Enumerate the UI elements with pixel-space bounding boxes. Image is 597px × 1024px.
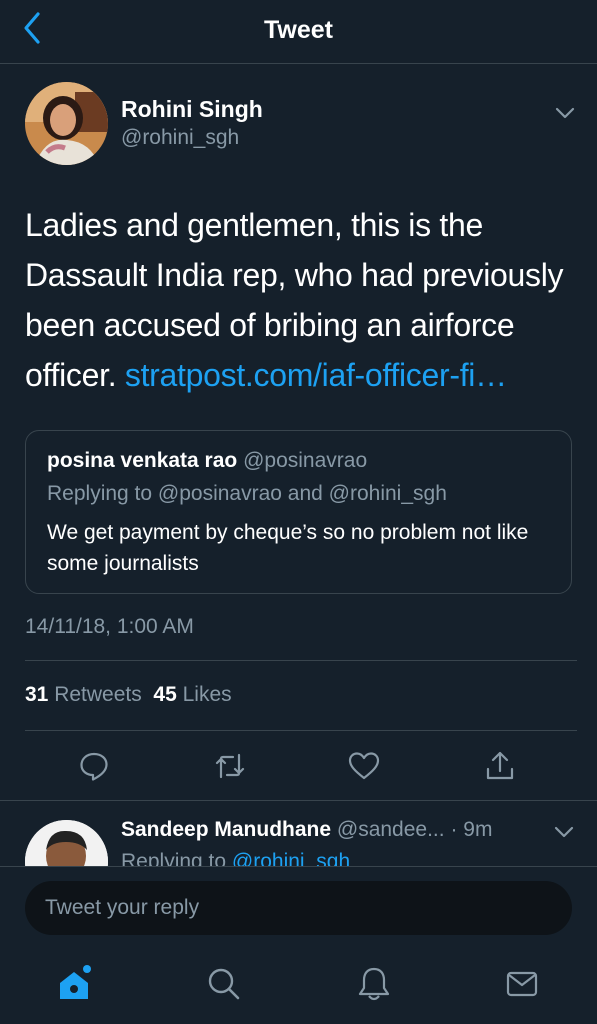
- divider: [25, 730, 577, 731]
- author-handle[interactable]: @rohini_sgh: [121, 126, 239, 150]
- reply-author-avatar[interactable]: [25, 820, 108, 866]
- messages-icon: [506, 971, 538, 997]
- tweet-actions: [0, 744, 597, 794]
- quote-text: We get payment by cheque’s so no problem…: [47, 521, 529, 575]
- retweet-button[interactable]: [212, 748, 248, 784]
- share-button[interactable]: [482, 748, 518, 784]
- search-icon: [208, 968, 240, 1000]
- divider: [25, 660, 577, 661]
- top-nav-bar: Tweet: [0, 0, 597, 64]
- reply-icon: [80, 752, 108, 781]
- tab-search[interactable]: [204, 964, 244, 1004]
- reply-author-line: Sandeep Manudhane @sandee... · 9m: [121, 818, 492, 842]
- tab-notifications[interactable]: [354, 964, 394, 1004]
- reply-options-button[interactable]: [552, 820, 576, 844]
- author-name[interactable]: Rohini Singh: [121, 96, 263, 123]
- tweet-options-button[interactable]: [552, 100, 578, 126]
- bottom-tab-bar: [0, 946, 597, 1024]
- home-icon: [60, 965, 91, 999]
- like-icon: [348, 752, 380, 780]
- reply-author-name: Sandeep Manudhane: [121, 818, 332, 841]
- caret-down-icon: [555, 107, 575, 119]
- reply-compose-bar: [0, 866, 597, 946]
- likes-stat[interactable]: 45 Likes: [153, 683, 231, 706]
- quote-replying-to: Replying to @posinavrao and @rohini_sgh: [47, 482, 447, 505]
- reply-input[interactable]: [25, 881, 572, 935]
- reply-replying-to: Replying to @rohini_sgh: [121, 850, 350, 866]
- quote-author-handle: @posinavrao: [243, 449, 368, 472]
- page-title: Tweet: [264, 16, 333, 44]
- retweets-stat[interactable]: 31 Retweets: [25, 683, 142, 706]
- retweet-icon: [215, 753, 245, 779]
- quote-author-line: posina venkata rao @posinavrao: [47, 449, 367, 473]
- tab-messages[interactable]: [502, 964, 542, 1004]
- quoted-tweet[interactable]: posina venkata rao @posinavrao Replying …: [25, 430, 572, 594]
- tweet-text: Ladies and gentlemen, this is the Dassau…: [25, 200, 580, 400]
- notifications-icon: [358, 967, 390, 1001]
- tweet-link[interactable]: stratpost.com/iaf-officer-fi…: [125, 357, 507, 393]
- reply-tweet[interactable]: Sandeep Manudhane @sandee... · 9m Replyi…: [0, 800, 597, 866]
- reply-mention-link[interactable]: @rohini_sgh: [232, 850, 350, 866]
- reply-button[interactable]: [76, 748, 112, 784]
- tweet-stats: 31 Retweets 45 Likes: [25, 683, 232, 707]
- like-button[interactable]: [346, 748, 382, 784]
- share-icon: [486, 751, 514, 780]
- caret-down-icon: [554, 826, 574, 838]
- quote-author-name: posina venkata rao: [47, 449, 238, 472]
- reply-time: · 9m: [450, 818, 493, 841]
- tweet-timestamp: 14/11/18, 1:00 AM: [25, 615, 194, 638]
- tab-home[interactable]: [54, 964, 94, 1004]
- reply-author-handle: @sandee...: [336, 818, 445, 841]
- author-avatar[interactable]: [25, 82, 108, 165]
